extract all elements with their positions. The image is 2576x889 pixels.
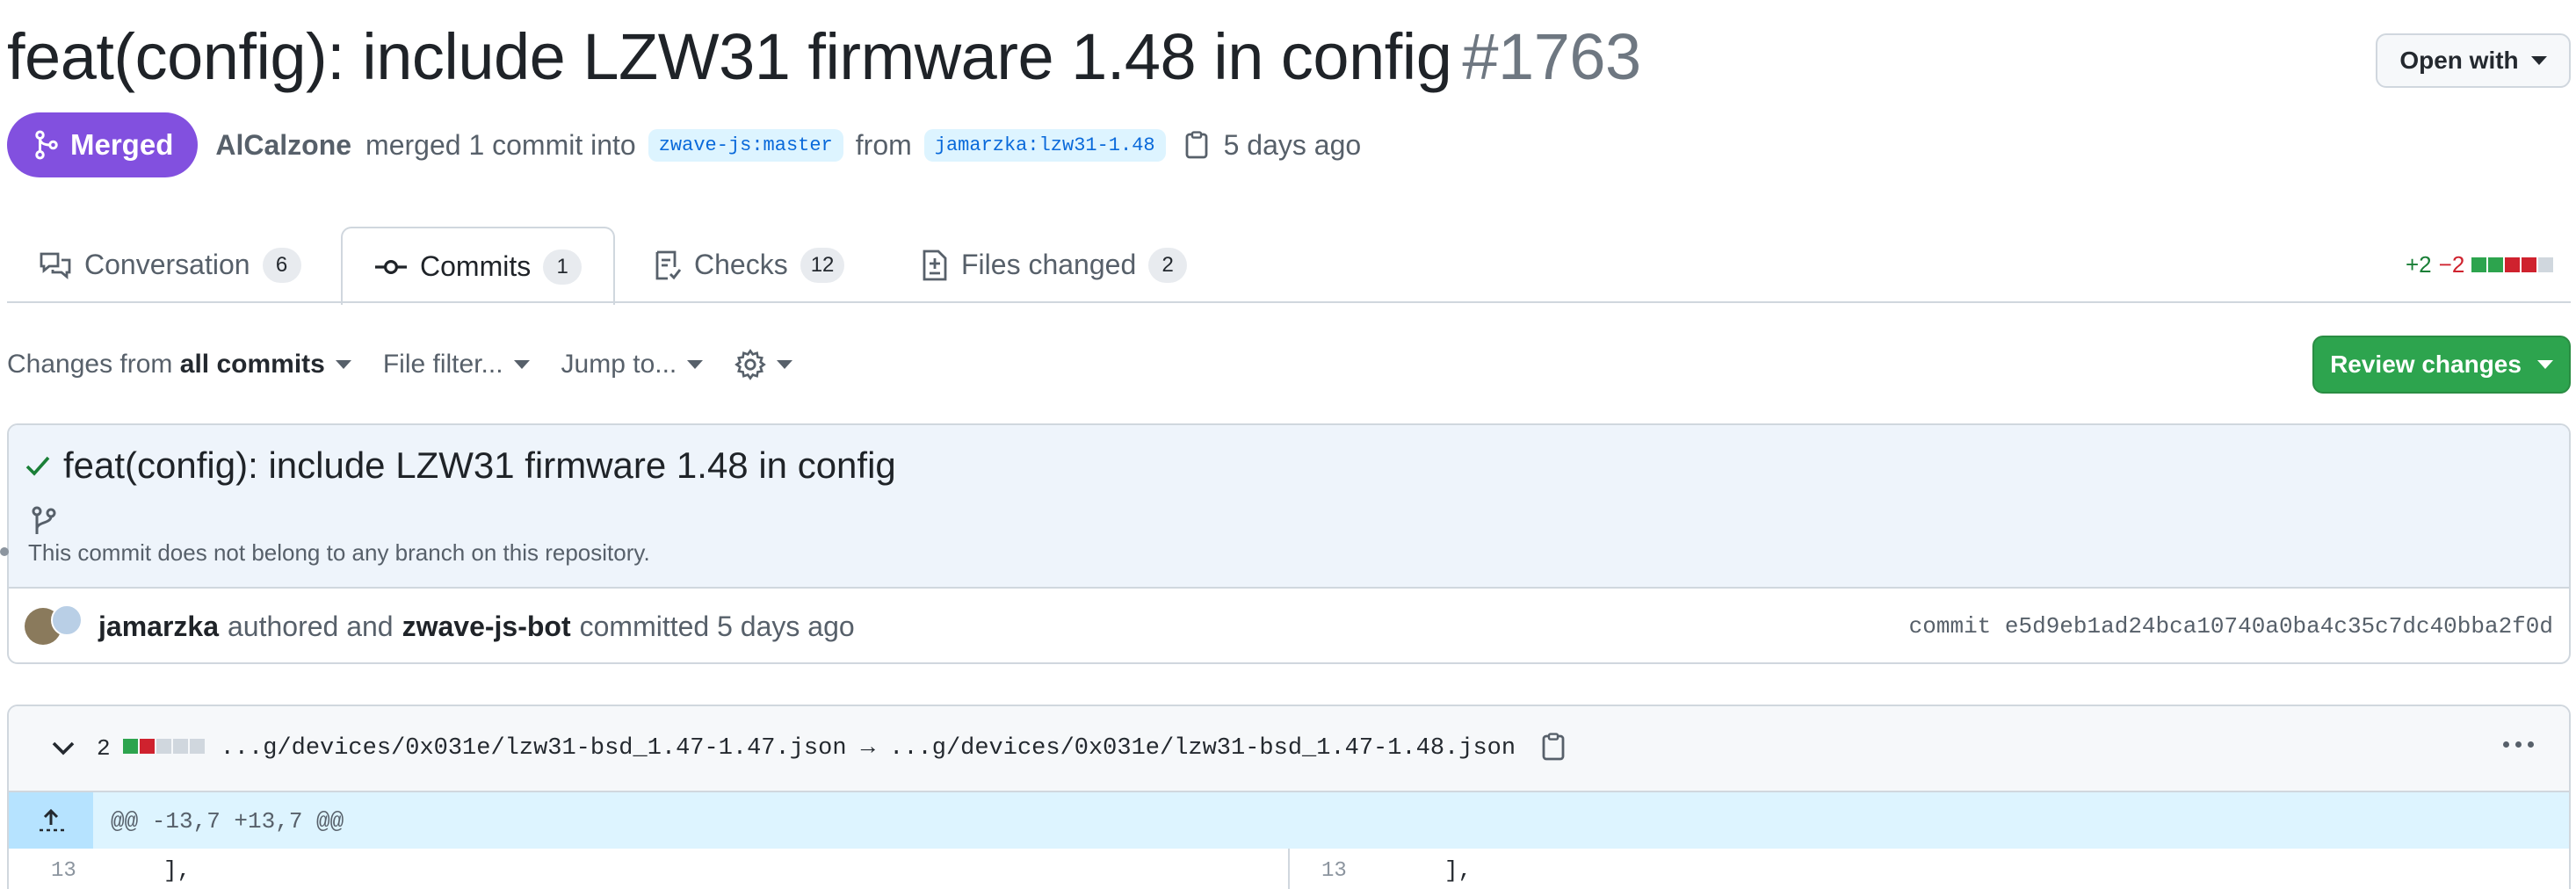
commit-branch-note: This commit does not belong to any branc… bbox=[28, 539, 650, 566]
commit-sha-label: commit bbox=[1908, 613, 1992, 640]
commit-author-link[interactable]: jamarzka bbox=[98, 611, 219, 643]
commit-box: feat(config): include LZW31 firmware 1.4… bbox=[7, 423, 2571, 664]
changes-from-value: all commits bbox=[179, 350, 325, 379]
expand-up-icon[interactable] bbox=[9, 792, 93, 849]
chevron-down-icon bbox=[2530, 56, 2547, 65]
tab-label: Commits bbox=[420, 250, 532, 282]
file-path[interactable]: ...g/devices/0x031e/lzw31-bsd_1.47-1.47.… bbox=[221, 735, 1516, 762]
file-diffstat-bar bbox=[122, 739, 206, 758]
diffstat: +2 −2 bbox=[2406, 251, 2555, 278]
open-with-button[interactable]: Open with bbox=[2376, 33, 2571, 88]
tab-files-changed[interactable]: Files changed 2 bbox=[921, 227, 1188, 303]
tab-counter: 12 bbox=[800, 247, 845, 283]
diff-toolbar: Changes from all commits File filter... … bbox=[7, 343, 824, 387]
jump-to-label: Jump to... bbox=[561, 350, 677, 379]
pr-title: feat(config): include LZW31 firmware 1.4… bbox=[7, 19, 1641, 94]
commit-header: feat(config): include LZW31 firmware 1.4… bbox=[9, 425, 2569, 589]
comment-discussion-icon bbox=[40, 252, 71, 279]
commit-title-text: feat(config): include LZW31 firmware 1.4… bbox=[63, 444, 896, 486]
commit-authorship: jamarzka authored and zwave-js-bot commi… bbox=[9, 589, 2569, 662]
tab-label: Conversation bbox=[84, 249, 250, 280]
gear-icon bbox=[734, 349, 767, 380]
base-branch[interactable]: zwave-js:master bbox=[648, 128, 843, 162]
hunk-header: @@ -13,7 +13,7 @@ bbox=[9, 792, 2569, 849]
tab-checks[interactable]: Checks 12 bbox=[654, 227, 845, 303]
file-filter-label: File filter... bbox=[382, 350, 503, 379]
tab-label: Checks bbox=[694, 249, 788, 280]
tab-counter: 1 bbox=[543, 249, 582, 285]
commit-title: feat(config): include LZW31 firmware 1.4… bbox=[25, 444, 896, 487]
status-badge: Merged bbox=[7, 112, 199, 177]
jump-to-dropdown[interactable]: Jump to... bbox=[561, 350, 704, 379]
diffstat-deletions: −2 bbox=[2438, 251, 2465, 278]
pr-meta: Merged AlCalzone merged 1 commit into zw… bbox=[7, 112, 1361, 177]
file-change-count: 2 bbox=[97, 735, 111, 762]
tabs-divider bbox=[7, 301, 2571, 303]
diffstat-bar bbox=[2471, 251, 2555, 278]
diffstat-additions: +2 bbox=[2406, 251, 2432, 278]
chevron-down-icon bbox=[687, 360, 704, 369]
split-divider bbox=[1288, 849, 1290, 889]
kebab-horizontal-icon[interactable] bbox=[2503, 741, 2534, 748]
right-line-number[interactable]: 13 bbox=[1321, 859, 1347, 883]
changes-from-dropdown[interactable]: Changes from all commits bbox=[7, 350, 351, 379]
file-diff: 2 ...g/devices/0x031e/lzw31-bsd_1.47-1.4… bbox=[7, 705, 2571, 889]
left-line-number[interactable]: 13 bbox=[51, 859, 76, 883]
checklist-icon bbox=[655, 250, 682, 279]
chevron-down-icon bbox=[335, 360, 351, 369]
file-diff-icon bbox=[923, 249, 947, 280]
tab-label: Files changed bbox=[961, 249, 1137, 280]
git-commit-icon bbox=[375, 259, 407, 274]
avatar[interactable] bbox=[25, 604, 86, 648]
committer-avatar bbox=[51, 604, 83, 636]
diff-settings-dropdown[interactable] bbox=[734, 349, 793, 380]
head-branch[interactable]: jamarzka:lzw31-1.48 bbox=[923, 128, 1166, 162]
file-header: 2 ...g/devices/0x031e/lzw31-bsd_1.47-1.4… bbox=[9, 706, 2569, 792]
merged-text: merged 1 commit into bbox=[365, 128, 636, 161]
commit-sha-value: e5d9eb1ad24bca10740a0ba4c35c7dc40bba2f0d bbox=[2004, 613, 2553, 640]
tab-counter: 2 bbox=[1148, 247, 1188, 283]
open-with-label: Open with bbox=[2399, 47, 2519, 74]
authored-text: authored and bbox=[227, 610, 394, 642]
check-icon bbox=[25, 456, 50, 476]
status-badge-label: Merged bbox=[70, 128, 174, 161]
timeline-dot bbox=[0, 547, 9, 556]
copy-branch-icon[interactable] bbox=[1185, 131, 1208, 159]
rename-arrow: → bbox=[860, 735, 875, 762]
hunk-text: @@ -13,7 +13,7 @@ bbox=[111, 808, 344, 835]
copy-path-icon[interactable] bbox=[1542, 732, 1565, 765]
changes-from-label: Changes from bbox=[7, 350, 173, 379]
merge-time: 5 days ago bbox=[1223, 128, 1362, 161]
file-filter-dropdown[interactable]: File filter... bbox=[383, 350, 530, 379]
git-branch-icon bbox=[30, 506, 58, 542]
commit-sha[interactable]: commit e5d9eb1ad24bca10740a0ba4c35c7dc40… bbox=[1909, 613, 2553, 640]
chevron-down-icon[interactable] bbox=[51, 741, 76, 756]
right-code: ], bbox=[1444, 857, 1473, 884]
tab-counter: 6 bbox=[262, 247, 301, 283]
pr-merger-link[interactable]: AlCalzone bbox=[215, 129, 351, 162]
file-new-path: ...g/devices/0x031e/lzw31-bsd_1.47-1.48.… bbox=[889, 735, 1516, 762]
left-code: ], bbox=[163, 857, 192, 884]
review-changes-label: Review changes bbox=[2330, 351, 2522, 378]
pr-title-text: feat(config): include LZW31 firmware 1.4… bbox=[7, 20, 1452, 93]
tab-conversation[interactable]: Conversation 6 bbox=[39, 227, 301, 303]
review-changes-button[interactable]: Review changes bbox=[2312, 336, 2571, 394]
commit-committer-link[interactable]: zwave-js-bot bbox=[402, 611, 571, 643]
git-merge-icon bbox=[35, 130, 58, 160]
chevron-down-icon bbox=[777, 360, 793, 369]
committed-text: committed 5 days ago bbox=[579, 610, 855, 642]
pr-number: #1763 bbox=[1462, 20, 1641, 93]
from-text: from bbox=[855, 128, 912, 161]
chevron-down-icon bbox=[513, 360, 530, 369]
tab-commits[interactable]: Commits 1 bbox=[341, 227, 616, 305]
file-old-path: ...g/devices/0x031e/lzw31-bsd_1.47-1.47.… bbox=[220, 735, 847, 762]
chevron-down-icon bbox=[2536, 360, 2553, 369]
